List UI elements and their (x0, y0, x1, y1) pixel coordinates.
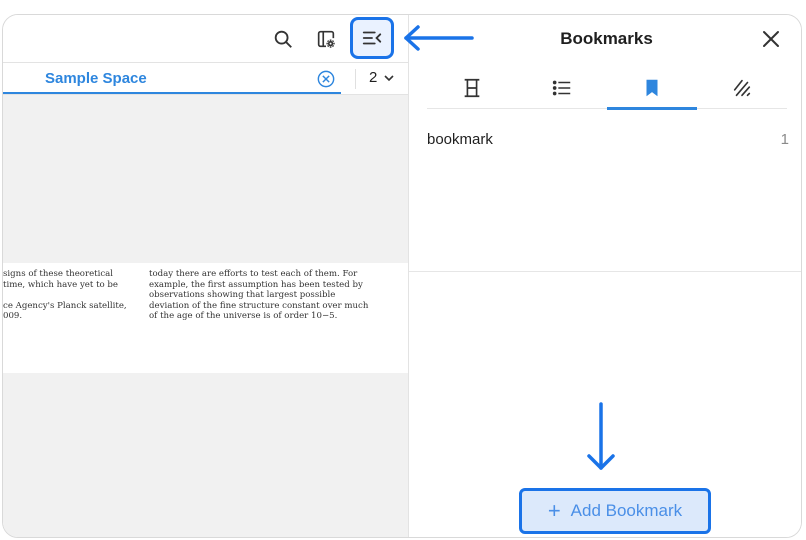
text-line: of the age of the universe is of order 1… (149, 311, 338, 322)
bookmark-icon (646, 79, 658, 97)
search-bar: Sample Space 2 (3, 63, 408, 95)
tab-outline[interactable] (517, 67, 607, 109)
panel-toggle-icon (362, 31, 382, 45)
add-bookmark-button[interactable]: + Add Bookmark (519, 488, 711, 534)
app-window: Sample Space 2 signs of these theoretica… (2, 14, 802, 538)
outline-list-icon (552, 80, 571, 96)
tab-annotations[interactable] (697, 67, 787, 109)
bookmark-label: bookmark (427, 131, 493, 148)
panel-tabs (427, 67, 787, 110)
divider (355, 69, 356, 89)
text-line (3, 290, 131, 301)
clear-search-icon[interactable] (317, 70, 335, 88)
tab-headings[interactable] (427, 67, 517, 109)
settings-icon (317, 30, 335, 48)
chevron-down-icon (384, 74, 394, 81)
document-page: signs of these theoretical time, which h… (3, 263, 408, 373)
arrow-down-icon (587, 402, 615, 470)
page-selector[interactable]: 2 (369, 69, 395, 86)
text-column-left: signs of these theoretical time, which h… (3, 269, 131, 322)
display-settings-button[interactable] (308, 21, 344, 57)
search-input[interactable]: Sample Space (45, 70, 147, 87)
text-line: observations showing that largest possib… (149, 290, 336, 301)
text-line: 009. (3, 311, 23, 322)
annotations-icon (733, 79, 751, 97)
divider (409, 271, 801, 272)
text-line: today there are efforts to test each of … (149, 269, 358, 279)
text-line: signs of these theoretical (3, 269, 114, 279)
text-line: deviation of the fine structure constant… (149, 300, 369, 311)
text-line: time, which have yet to be (3, 279, 119, 290)
add-bookmark-label: Add Bookmark (570, 501, 683, 520)
tab-bookmarks[interactable] (607, 67, 697, 110)
panel-toggle-button[interactable] (350, 17, 394, 59)
search-icon (274, 30, 292, 48)
arrow-left-icon (404, 25, 474, 51)
plus-icon: + (547, 498, 561, 523)
text-column-right: today there are efforts to test each of … (149, 269, 369, 322)
document-pane: Sample Space 2 signs of these theoretica… (3, 15, 408, 537)
top-toolbar (3, 15, 408, 63)
text-line: example, the first assumption has been t… (149, 279, 363, 290)
text-line: ce Agency's Planck satellite, (3, 300, 127, 311)
bookmark-page: 1 (780, 131, 789, 148)
headings-icon (464, 78, 480, 98)
search-button[interactable] (265, 21, 301, 57)
close-icon[interactable] (761, 29, 781, 49)
bookmark-list-item[interactable]: bookmark 1 (427, 131, 789, 148)
search-underline (3, 92, 341, 94)
page-number: 2 (369, 69, 378, 86)
